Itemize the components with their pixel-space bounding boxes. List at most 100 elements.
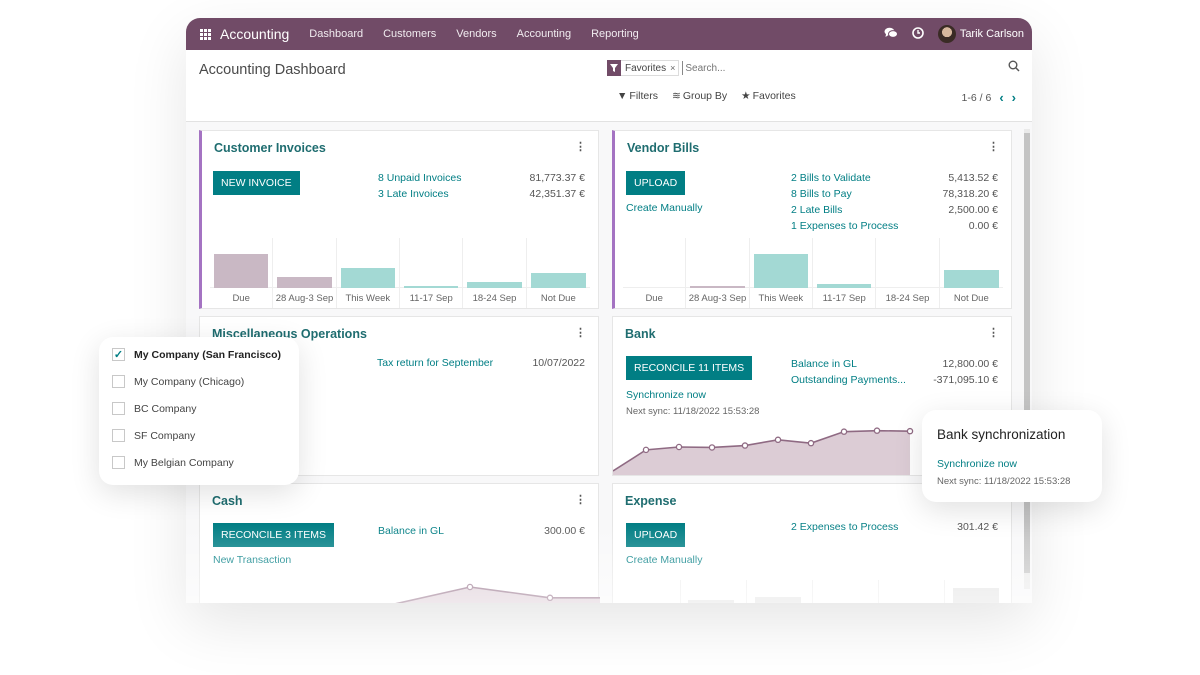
unpaid-invoices-amount: 81,773.37 €: [529, 172, 585, 184]
chevron-right-icon[interactable]: ›: [1012, 90, 1016, 105]
nav-customers[interactable]: Customers: [383, 28, 436, 40]
create-manually-link[interactable]: Create Manually: [626, 202, 702, 214]
bills-to-validate-link[interactable]: 2 Bills to Validate: [791, 172, 871, 184]
chart-bar[interactable]: [690, 285, 745, 288]
tax-return-link[interactable]: Tax return for September: [377, 357, 493, 369]
search-icon[interactable]: [1008, 60, 1020, 75]
chart-column[interactable]: 11-17 Sep: [813, 238, 877, 308]
nav-dashboard[interactable]: Dashboard: [309, 28, 363, 40]
chart-column[interactable]: Due: [623, 238, 687, 308]
chart-point[interactable]: [873, 427, 881, 434]
chart-column[interactable]: This Week: [337, 238, 400, 308]
chart-column[interactable]: 18-24 Sep: [463, 238, 527, 308]
upload-button[interactable]: UPLOAD: [626, 171, 686, 195]
checkbox[interactable]: [112, 429, 125, 442]
checkbox[interactable]: [112, 456, 125, 469]
kebab-menu-icon[interactable]: ⋮: [575, 326, 586, 339]
balance-in-gl-link[interactable]: Balance in GL: [791, 358, 857, 370]
chart-column[interactable]: Not Due: [527, 238, 590, 308]
company-option[interactable]: SF Company: [112, 429, 195, 442]
chart-bar[interactable]: [817, 284, 872, 288]
clock-icon[interactable]: [912, 26, 924, 42]
chart-point[interactable]: [741, 442, 749, 449]
chart-point[interactable]: [708, 444, 716, 451]
kebab-menu-icon[interactable]: ⋮: [575, 493, 586, 506]
chart-point[interactable]: [642, 446, 650, 454]
chart-point[interactable]: [906, 427, 914, 435]
kebab-menu-icon[interactable]: ⋮: [575, 140, 586, 153]
company-option[interactable]: ✓ My Company (San Francisco): [112, 348, 281, 361]
kebab-menu-icon[interactable]: ⋮: [988, 140, 999, 153]
checkbox-checked[interactable]: ✓: [112, 348, 125, 361]
synchronize-now-link[interactable]: Synchronize now: [937, 458, 1017, 470]
search-input[interactable]: [682, 61, 983, 75]
chart-column[interactable]: Due: [210, 238, 274, 308]
scrollbar[interactable]: [1024, 129, 1030, 589]
checkbox[interactable]: [112, 375, 125, 388]
kebab-menu-icon[interactable]: ⋮: [988, 326, 999, 339]
balance-in-gl-link[interactable]: Balance in GL: [378, 525, 444, 537]
chart-point[interactable]: [546, 594, 554, 602]
create-manually-link[interactable]: Create Manually: [626, 554, 702, 566]
chart-column[interactable]: Not Due: [940, 238, 1003, 308]
nav-accounting[interactable]: Accounting: [517, 28, 571, 40]
chart-bar[interactable]: [277, 276, 332, 288]
chart-column[interactable]: 11-17 Sep: [400, 238, 464, 308]
user-menu[interactable]: Tarik Carlson: [937, 25, 1024, 43]
chart-bar[interactable]: [340, 267, 395, 288]
chat-icon[interactable]: [884, 27, 898, 42]
chart-column[interactable]: 28 Aug-3 Sep: [686, 238, 750, 308]
chart-point[interactable]: [466, 583, 474, 591]
chevron-left-icon[interactable]: ‹: [999, 90, 1003, 105]
outstanding-payments-amount: -371,095.10 €: [933, 374, 998, 386]
synchronize-now-link[interactable]: Synchronize now: [626, 389, 706, 401]
apps-grid-icon[interactable]: [190, 28, 220, 40]
chart-tick-label: 18-24 Sep: [472, 293, 517, 304]
nav-vendors[interactable]: Vendors: [456, 28, 496, 40]
late-bills-link[interactable]: 2 Late Bills: [791, 204, 842, 216]
company-option[interactable]: BC Company: [112, 402, 196, 415]
chart-bar[interactable]: [404, 285, 459, 288]
chart-bar[interactable]: [753, 254, 808, 288]
chart-point[interactable]: [807, 439, 815, 447]
checkbox[interactable]: [112, 402, 125, 415]
new-transaction-link[interactable]: New Transaction: [213, 554, 291, 566]
card-title[interactable]: Cash: [212, 494, 243, 508]
reconcile-items-button[interactable]: RECONCILE 3 ITEMS: [213, 523, 335, 547]
popup-title: Bank synchronization: [937, 427, 1066, 442]
reconcile-items-button[interactable]: RECONCILE 11 ITEMS: [626, 356, 753, 380]
expenses-to-process-link[interactable]: 1 Expenses to Process: [791, 220, 898, 232]
filters-button[interactable]: ▼ Filters: [617, 90, 658, 102]
nav-reporting[interactable]: Reporting: [591, 28, 639, 40]
pager-value[interactable]: 1-6 / 6: [962, 92, 992, 104]
card-title[interactable]: Vendor Bills: [627, 141, 699, 155]
card-title[interactable]: Bank: [625, 327, 656, 341]
chart-point[interactable]: [774, 436, 782, 444]
chart-bar[interactable]: [530, 273, 586, 288]
company-option[interactable]: My Company (Chicago): [112, 375, 244, 388]
expenses-to-process-link[interactable]: 2 Expenses to Process: [791, 521, 898, 533]
close-icon[interactable]: ×: [670, 63, 678, 73]
bills-to-pay-link[interactable]: 8 Bills to Pay: [791, 188, 852, 200]
outstanding-payments-link[interactable]: Outstanding Payments...: [791, 374, 906, 386]
chart-column[interactable]: This Week: [750, 238, 813, 308]
new-invoice-button[interactable]: NEW INVOICE: [213, 171, 300, 195]
chart-column[interactable]: 18-24 Sep: [876, 238, 940, 308]
app-name[interactable]: Accounting: [220, 26, 289, 42]
company-option[interactable]: My Belgian Company: [112, 456, 234, 469]
group-by-button[interactable]: ≋ Group By: [672, 90, 727, 102]
scrollbar-thumb[interactable]: [1024, 133, 1030, 573]
favorites-button[interactable]: ★ Favorites: [741, 90, 796, 102]
chart-bar[interactable]: [214, 254, 269, 288]
unpaid-invoices-link[interactable]: 8 Unpaid Invoices: [378, 172, 461, 184]
chart-point[interactable]: [840, 428, 848, 435]
card-title[interactable]: Customer Invoices: [214, 141, 326, 155]
card-title[interactable]: Expense: [625, 494, 676, 508]
chart-bar[interactable]: [467, 282, 522, 288]
chart-bar[interactable]: [943, 270, 999, 288]
chart-column[interactable]: 28 Aug-3 Sep: [273, 238, 337, 308]
odoo-window: Accounting Dashboard Customers Vendors A…: [186, 18, 1032, 603]
upload-button[interactable]: UPLOAD: [626, 523, 686, 547]
late-invoices-link[interactable]: 3 Late Invoices: [378, 188, 449, 200]
chart-point[interactable]: [675, 443, 683, 451]
